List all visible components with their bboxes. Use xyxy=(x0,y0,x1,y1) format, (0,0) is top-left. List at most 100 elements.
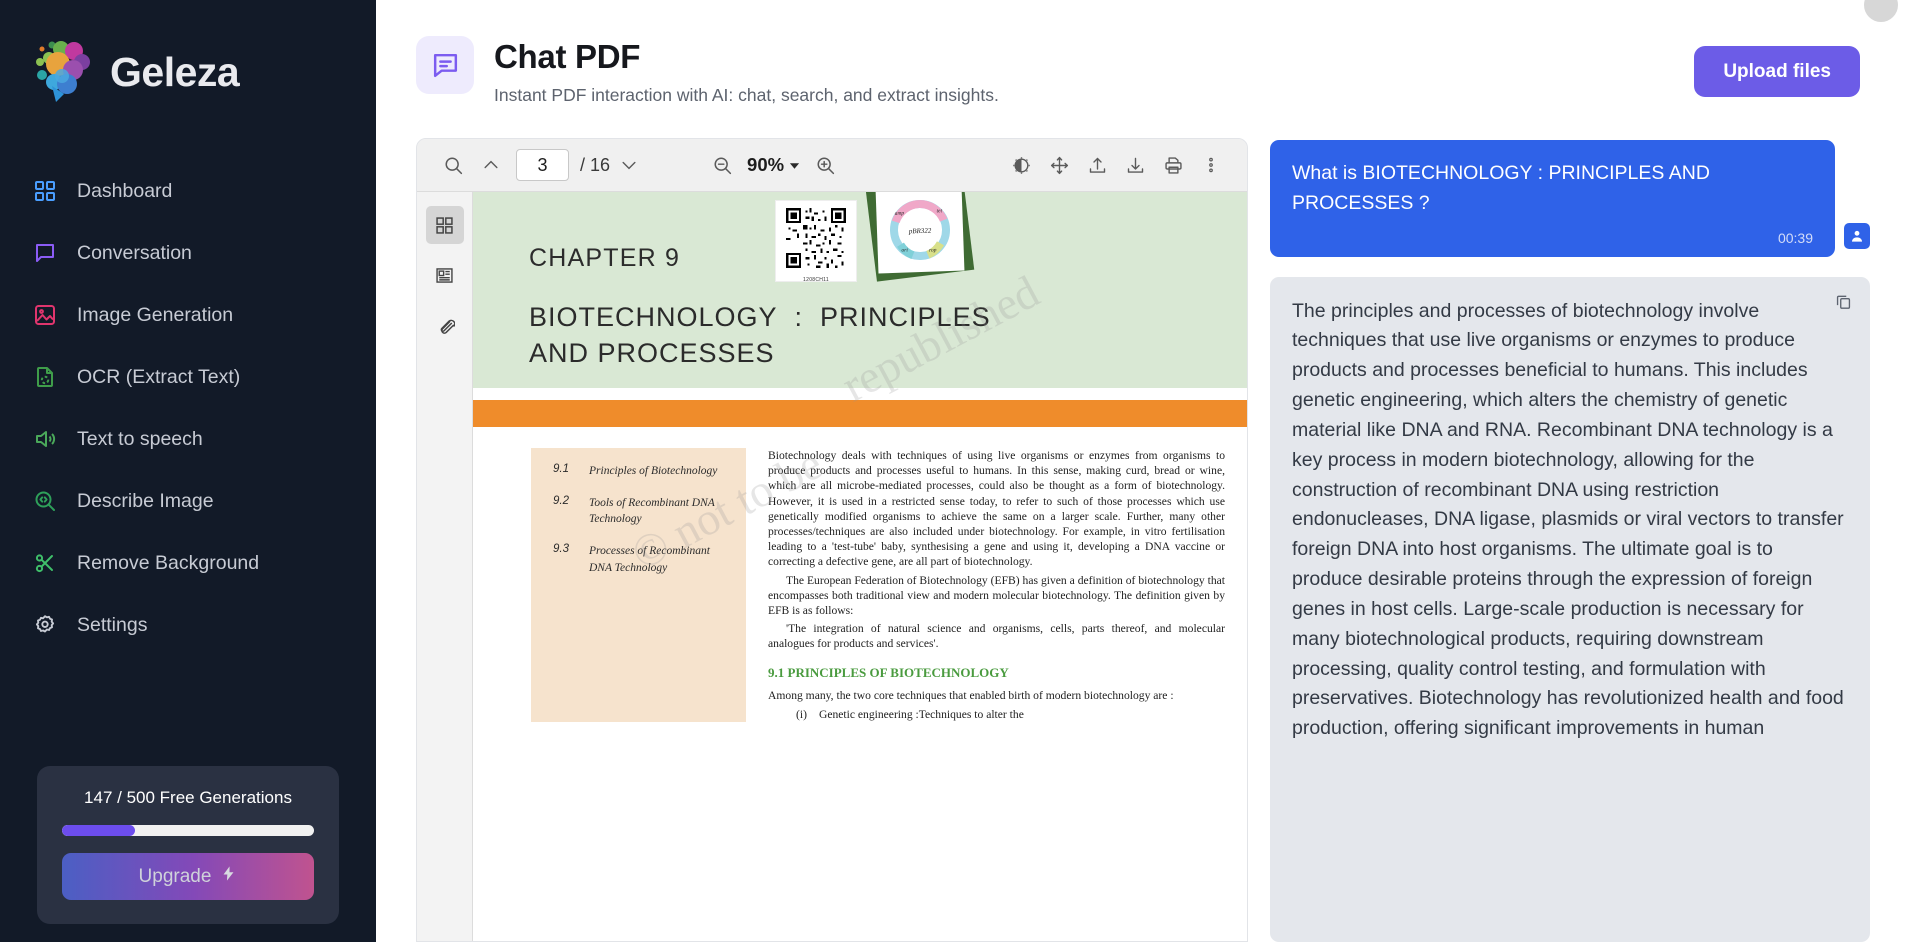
zoom-level-dropdown[interactable]: 90% xyxy=(741,154,806,176)
toc-number: 9.3 xyxy=(553,543,569,556)
scissors-icon xyxy=(32,550,58,576)
document-scan-icon xyxy=(32,364,58,390)
brand-logo[interactable]: Geleza xyxy=(0,0,376,108)
sidebar-item-label: Describe Image xyxy=(77,489,214,512)
caret-down-icon xyxy=(789,154,800,176)
grid-icon xyxy=(32,178,58,204)
pdf-table-of-contents: 9.1 Principles of Biotechnology 9.2 Tool… xyxy=(531,448,746,722)
chevron-up-icon[interactable] xyxy=(472,146,510,184)
copy-icon[interactable] xyxy=(1834,292,1853,316)
zoom-in-icon[interactable] xyxy=(806,146,844,184)
move-icon[interactable] xyxy=(1040,146,1078,184)
upgrade-button[interactable]: Upgrade xyxy=(62,853,314,900)
zoom-level-value: 90% xyxy=(747,154,785,175)
upgrade-card: 147 / 500 Free Generations Upgrade xyxy=(37,766,339,924)
upload-icon[interactable] xyxy=(1078,146,1116,184)
list-marker: (i) xyxy=(796,707,807,721)
pdf-toolbar: / 16 90% xyxy=(417,139,1247,192)
sidebar-item-settings[interactable]: Settings xyxy=(0,594,376,656)
bot-message-text: The principles and processes of biotechn… xyxy=(1292,299,1844,740)
zoom-out-icon[interactable] xyxy=(703,146,741,184)
user-message-bubble: What is BIOTECHNOLOGY : PRINCIPLES AND P… xyxy=(1270,140,1835,257)
geleza-logo-icon xyxy=(32,36,100,108)
sidebar-item-remove-background[interactable]: Remove Background xyxy=(0,532,376,594)
pdf-list-item: (i) Genetic engineering :Techniques to a… xyxy=(768,707,1225,722)
toc-text: Tools of Recombinant DNA Technology xyxy=(589,496,715,526)
sidebar-nav: Dashboard Conversation Image Generation … xyxy=(0,160,376,656)
page-title: Chat PDF xyxy=(494,38,641,75)
sidebar-item-label: Text to speech xyxy=(77,427,203,450)
pdf-paragraph: Among many, the two core techniques that… xyxy=(768,689,1174,703)
attachment-icon[interactable] xyxy=(426,306,464,344)
pdf-paragraph: Biotechnology deals with techniques of u… xyxy=(768,449,1225,569)
sidebar-item-label: OCR (Extract Text) xyxy=(77,365,241,388)
toc-item: 9.2 Tools of Recombinant DNA Technology xyxy=(553,495,730,528)
pdf-chapter-hero: CHAPTER 9 BIOTECHNOLOGY : PRINCIPLES AND … xyxy=(473,192,1247,388)
user-message-time: 00:39 xyxy=(1777,229,1813,246)
speaker-icon xyxy=(32,426,58,452)
page-total-label: / 16 xyxy=(580,154,611,175)
chat-panel: What is BIOTECHNOLOGY : PRINCIPLES AND P… xyxy=(1270,138,1870,942)
pdf-page-scroll[interactable]: CHAPTER 9 BIOTECHNOLOGY : PRINCIPLES AND … xyxy=(473,192,1247,941)
pdf-page-3: CHAPTER 9 BIOTECHNOLOGY : PRINCIPLES AND … xyxy=(473,192,1247,941)
pdf-columns: 9.1 Principles of Biotechnology 9.2 Tool… xyxy=(473,427,1247,722)
svg-text:tet: tet xyxy=(937,208,943,214)
upload-files-button[interactable]: Upload files xyxy=(1694,46,1860,97)
page-header: Chat PDF Instant PDF interaction with AI… xyxy=(376,0,1906,106)
main-area: Chat PDF Instant PDF interaction with AI… xyxy=(376,0,1906,942)
chat-bubble-icon xyxy=(32,240,58,266)
contrast-icon[interactable] xyxy=(1002,146,1040,184)
gear-icon xyxy=(32,612,58,638)
svg-text:amp: amp xyxy=(895,211,905,217)
user-message-text: What is BIOTECHNOLOGY : PRINCIPLES AND P… xyxy=(1292,162,1710,214)
thumbnails-icon[interactable] xyxy=(425,206,464,244)
sidebar-item-describe-image[interactable]: Describe Image xyxy=(0,470,376,532)
toc-text: Processes of Recombinant DNA Technology xyxy=(589,545,710,574)
chevron-down-icon[interactable] xyxy=(610,146,648,184)
user-message-row: What is BIOTECHNOLOGY : PRINCIPLES AND P… xyxy=(1270,140,1870,257)
download-icon[interactable] xyxy=(1116,146,1154,184)
user-avatar-icon xyxy=(1844,222,1870,249)
pdf-paragraph: The European Federation of Biotechnology… xyxy=(768,573,1225,617)
toc-item: 9.1 Principles of Biotechnology xyxy=(553,463,730,480)
toc-text: Principles of Biotechnology xyxy=(589,465,718,477)
usage-progress-fill xyxy=(62,825,136,836)
qr-code-image: 1208CH11 xyxy=(775,200,857,283)
chat-pdf-icon xyxy=(416,36,474,94)
free-generations-counter: 147 / 500 Free Generations xyxy=(84,788,292,807)
pdf-paragraph: 'The integration of natural science and … xyxy=(768,622,1225,651)
usage-progress-bar xyxy=(62,825,314,836)
sidebar-item-label: Conversation xyxy=(77,241,192,264)
page-subtitle: Instant PDF interaction with AI: chat, s… xyxy=(494,85,999,105)
svg-text:pBR322: pBR322 xyxy=(908,227,932,236)
sidebar-item-image-generation[interactable]: Image Generation xyxy=(0,284,376,346)
svg-text:ori: ori xyxy=(901,247,908,253)
search-icon[interactable] xyxy=(434,146,472,184)
app-root: Geleza Dashboard Conversation Image Gene… xyxy=(0,0,1906,942)
pdf-section-heading: 9.1 PRINCIPLES OF BIOTECHNOLOGY xyxy=(768,665,1009,681)
sidebar-item-label: Remove Background xyxy=(77,551,260,574)
toc-number: 9.1 xyxy=(553,463,569,475)
magnifier-code-icon xyxy=(32,488,58,514)
print-icon[interactable] xyxy=(1154,146,1192,184)
more-vertical-icon[interactable] xyxy=(1192,146,1230,184)
qr-caption: 1208CH11 xyxy=(803,277,829,283)
sidebar-item-dashboard[interactable]: Dashboard xyxy=(0,160,376,222)
sidebar-item-text-to-speech[interactable]: Text to speech xyxy=(0,408,376,470)
content-area: / 16 90% xyxy=(376,106,1906,942)
brand-name: Geleza xyxy=(110,48,240,95)
page-number-input[interactable] xyxy=(516,149,569,181)
upgrade-button-label: Upgrade xyxy=(138,865,212,887)
pdf-body-text: Biotechnology deals with techniques of u… xyxy=(746,448,1247,722)
sidebar-item-label: Dashboard xyxy=(77,179,173,202)
pdf-viewer-panel: / 16 90% xyxy=(416,138,1248,942)
outline-icon[interactable] xyxy=(426,256,464,294)
pdf-chapter-title: BIOTECHNOLOGY : PRINCIPLES AND PROCESSES xyxy=(529,302,991,368)
toc-number: 9.2 xyxy=(553,494,569,507)
sidebar-item-label: Settings xyxy=(77,613,148,636)
pdf-orange-band xyxy=(473,400,1247,427)
sidebar-item-ocr[interactable]: OCR (Extract Text) xyxy=(0,346,376,408)
lightning-bolt-icon xyxy=(220,865,237,888)
sidebar-item-conversation[interactable]: Conversation xyxy=(0,222,376,284)
toc-item: 9.3 Processes of Recombinant DNA Technol… xyxy=(553,543,730,576)
